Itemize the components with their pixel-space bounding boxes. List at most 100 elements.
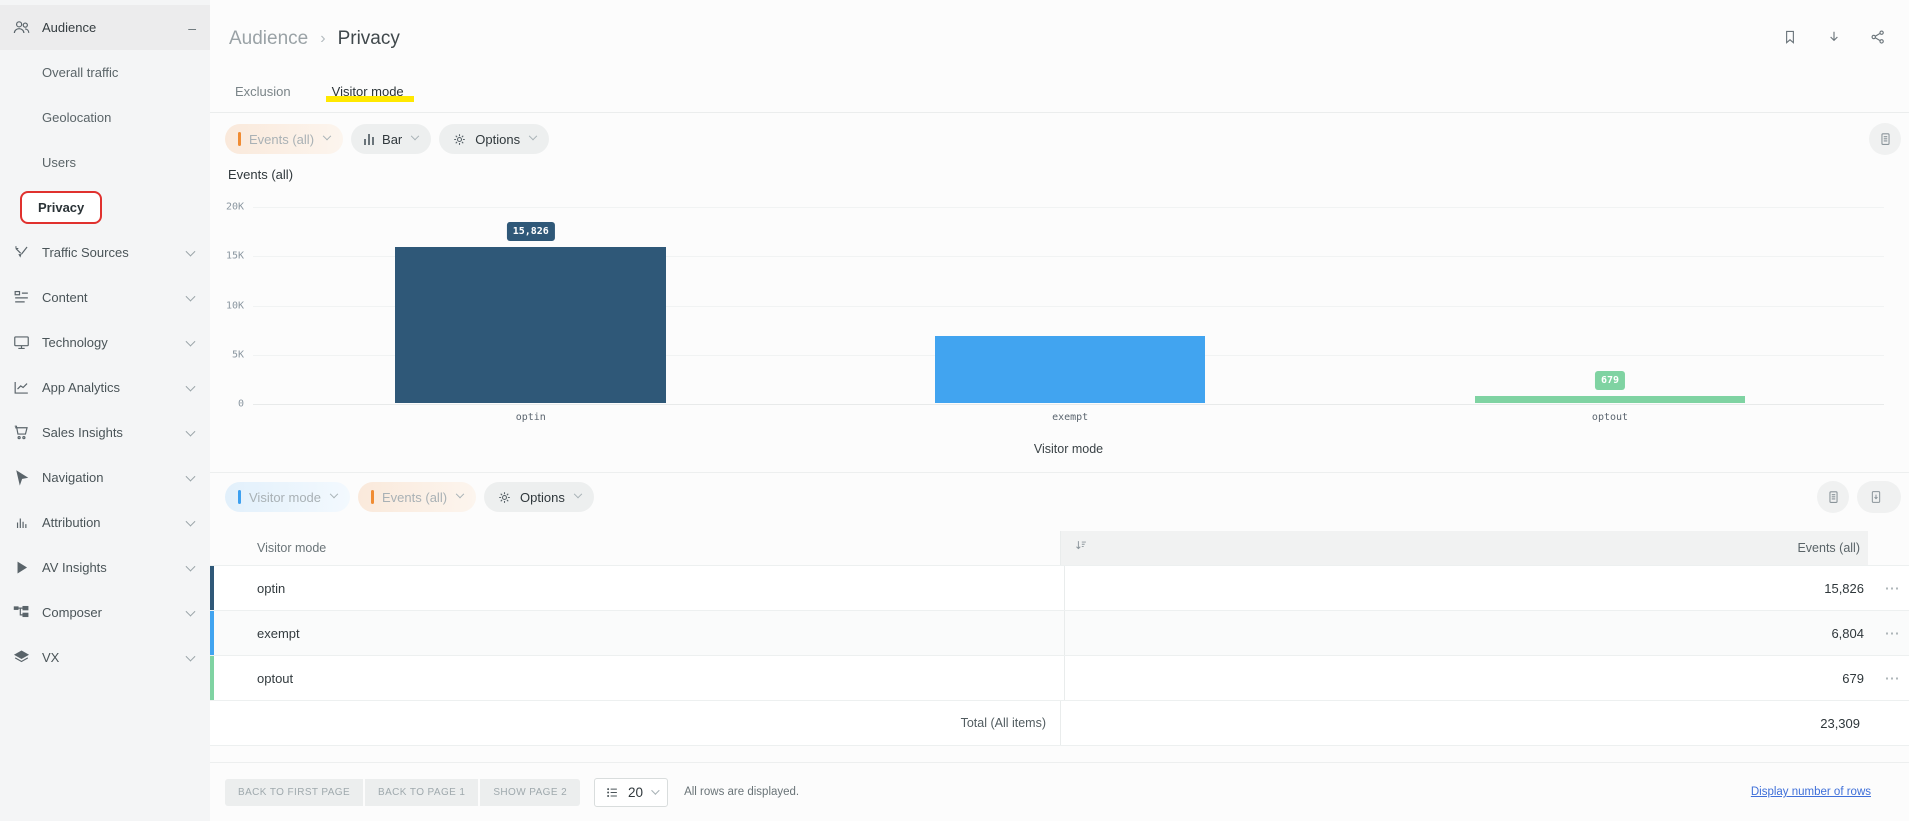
row-menu-icon[interactable]: ⋯ [1885, 624, 1901, 642]
gear-icon [452, 132, 467, 147]
sidebar-item-traffic-sources[interactable]: Traffic Sources [0, 230, 210, 275]
sidebar-item-geolocation[interactable]: Geolocation [0, 95, 210, 140]
sidebar-item-app-analytics[interactable]: App Analytics [0, 365, 210, 410]
sidebar-item-attribution[interactable]: Attribution [0, 500, 210, 545]
row-menu-icon[interactable]: ⋯ [1885, 579, 1901, 597]
share-icon[interactable] [1869, 28, 1887, 51]
y-tick: 15K [225, 250, 244, 262]
sidebar-item-composer[interactable]: Composer [0, 590, 210, 635]
sidebar-item-privacy[interactable]: Privacy [0, 185, 210, 230]
gear-icon [497, 490, 512, 505]
metric-chip[interactable]: Events (all) [225, 124, 344, 154]
y-tick: 20K [225, 201, 244, 213]
people-icon [12, 18, 31, 37]
bar-exempt[interactable] [934, 335, 1206, 403]
download-icon[interactable] [1825, 28, 1843, 51]
row-menu-icon[interactable]: ⋯ [1885, 669, 1901, 687]
total-label: Total (All items) [960, 716, 1046, 730]
table-row[interactable]: exempt 6,804 ⋯ [210, 611, 1909, 656]
chevron-down-icon [322, 131, 332, 141]
table-row[interactable]: optin 15,826 ⋯ [210, 566, 1909, 611]
chevron-down-icon [185, 471, 196, 482]
sidebar-item-technology[interactable]: Technology [0, 320, 210, 365]
chevron-down-icon [185, 651, 196, 662]
x-axis-labels: optin exempt optout [253, 412, 1884, 425]
x-tick-optout: optout [1591, 412, 1629, 423]
data-table: Visitor mode Events (all) optin 15,826 ⋯… [210, 531, 1909, 746]
tab-visitor-mode[interactable]: Visitor mode [325, 84, 414, 102]
play-icon [12, 558, 31, 577]
bookmark-icon[interactable] [1781, 28, 1799, 51]
sidebar-item-content[interactable]: Content [0, 275, 210, 320]
pagination-bar: BACK TO FIRST PAGE BACK TO PAGE 1 SHOW P… [210, 762, 1909, 821]
total-value: 23,309 [1820, 715, 1860, 731]
breadcrumb-audience[interactable]: Audience [229, 28, 308, 50]
back-to-page-1-button[interactable]: BACK TO PAGE 1 [365, 778, 479, 806]
cursor-icon [12, 468, 31, 487]
x-axis-title: Visitor mode [1033, 442, 1104, 456]
chevron-down-icon [185, 381, 196, 392]
column-header-metric[interactable]: Events (all) [1797, 541, 1868, 555]
display-number-of-rows-link[interactable]: Display number of rows [1751, 786, 1871, 798]
collapse-minus-icon[interactable]: – [188, 20, 196, 36]
y-tick: 0 [237, 398, 244, 410]
chevron-down-icon [185, 606, 196, 617]
layers-icon [12, 648, 31, 667]
rows-status-text: All rows are displayed. [684, 786, 800, 798]
bar-optout[interactable] [1474, 396, 1746, 403]
chart-toolbar: Events (all) Bar Options [210, 113, 1909, 165]
header-actions [1781, 28, 1887, 51]
dimension-chip[interactable]: Visitor mode [225, 482, 351, 512]
report-doc-button[interactable] [1817, 481, 1849, 513]
sidebar-item-av-insights[interactable]: AV Insights [0, 545, 210, 590]
bar-optin[interactable] [395, 247, 667, 403]
chevron-down-icon [651, 786, 660, 795]
blue-accent-bar [238, 490, 241, 504]
chevron-down-icon [528, 131, 538, 141]
column-header-dimension[interactable]: Visitor mode [210, 531, 1060, 565]
bars-icon [12, 513, 31, 532]
main-content: Audience › Privacy Exclusion Visitor mod… [210, 0, 1909, 821]
chevron-down-icon [185, 561, 196, 572]
cart-icon [12, 423, 31, 442]
export-button[interactable] [1857, 481, 1901, 513]
sort-descending-icon[interactable] [1074, 538, 1089, 558]
sidebar-item-overall-traffic[interactable]: Overall traffic [0, 50, 210, 95]
sidebar-item-vx[interactable]: VX [0, 635, 210, 680]
orange-accent-bar [238, 132, 241, 146]
y-tick: 10K [225, 300, 244, 311]
flow-nodes-icon [12, 603, 31, 622]
metric-chip[interactable]: Events (all) [358, 482, 477, 512]
orange-accent-bar [371, 490, 375, 504]
chevron-down-icon [455, 489, 465, 499]
breadcrumb: Audience › Privacy [229, 28, 400, 50]
chevron-down-icon [573, 489, 583, 499]
content-list-icon [12, 288, 31, 307]
bar-chart-icon [364, 133, 375, 145]
sidebar-item-label: Audience [42, 20, 97, 35]
list-icon [607, 787, 617, 797]
export-file-icon [1871, 491, 1881, 503]
table-header-row: Visitor mode Events (all) [210, 531, 1909, 566]
report-doc-button[interactable] [1869, 123, 1901, 155]
sidebar-item-navigation[interactable]: Navigation [0, 455, 210, 500]
show-page-2-button[interactable]: SHOW PAGE 2 [480, 778, 581, 806]
y-tick: 5K [231, 349, 244, 361]
chevron-down-icon [411, 131, 420, 141]
bar-chart: 20K 15K 10K 5K 0 15,826 679 [226, 202, 1884, 410]
back-to-first-page-button[interactable]: BACK TO FIRST PAGE [225, 778, 364, 806]
table-row[interactable]: optout 679 ⋯ [210, 656, 1909, 701]
chart-options-chip[interactable]: Options [439, 124, 550, 154]
sidebar-item-users[interactable]: Users [0, 140, 210, 185]
value-badge-optin: 15,826 [506, 222, 555, 242]
tab-exclusion[interactable]: Exclusion [235, 84, 291, 99]
chart-type-chip[interactable]: Bar [351, 124, 432, 154]
tab-bar: Exclusion Visitor mode [235, 84, 414, 102]
page-header: Audience › Privacy Exclusion Visitor mod… [210, 0, 1909, 113]
sidebar-item-sales-insights[interactable]: Sales Insights [0, 410, 210, 455]
page-size-select[interactable]: 20 [594, 777, 669, 807]
table-options-chip[interactable]: Options [484, 482, 594, 512]
chevron-down-icon [329, 489, 339, 499]
sidebar-item-audience[interactable]: Audience – [0, 5, 210, 50]
chevron-down-icon [185, 291, 196, 302]
